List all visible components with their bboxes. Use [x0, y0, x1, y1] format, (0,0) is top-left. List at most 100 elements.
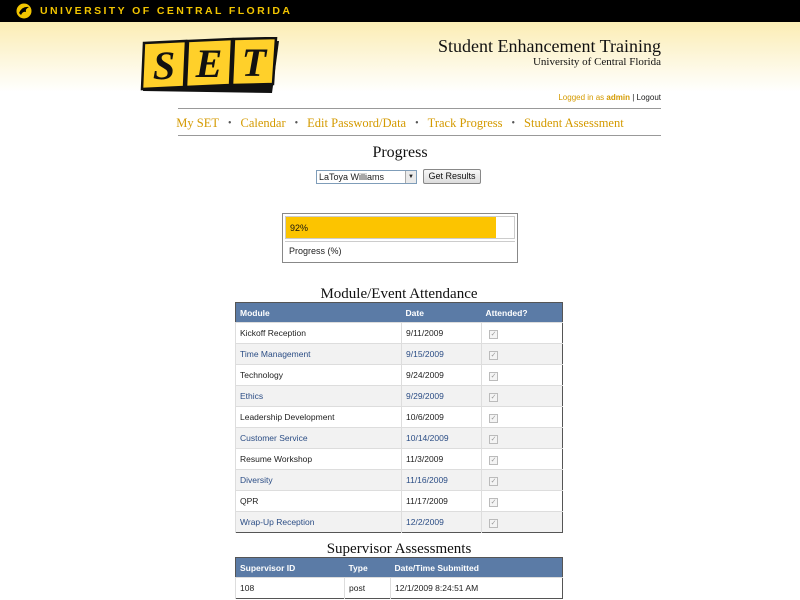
table-row: Customer Service 10/14/2009 ✓ — [235, 427, 563, 449]
logout-link[interactable]: Logout — [637, 93, 661, 102]
module-date: 11/17/2009 — [401, 490, 482, 512]
column-header-module[interactable]: Module — [235, 302, 402, 323]
module-name: Resume Workshop — [235, 448, 402, 470]
column-header-supervisor-id[interactable]: Supervisor ID — [235, 557, 345, 578]
ucf-top-bar: UNIVERSITY OF CENTRAL FLORIDA — [0, 0, 800, 22]
progress-box: 92% Progress (%) — [282, 213, 518, 263]
attended-checkbox: ✓ — [489, 413, 498, 423]
student-select[interactable]: LaToya Williams ▼ — [316, 170, 417, 184]
supervisor-table: Supervisor ID Type Date/Time Submitted 1… — [235, 557, 563, 599]
attended-cell: ✓ — [481, 427, 563, 449]
attended-checkbox: ✓ — [489, 350, 498, 360]
svg-text:S: S — [153, 43, 175, 88]
module-name: QPR — [235, 490, 402, 512]
university-name[interactable]: UNIVERSITY OF CENTRAL FLORIDA — [40, 5, 292, 17]
svg-text:T: T — [242, 40, 268, 85]
set-logo[interactable]: S E T — [140, 37, 282, 95]
attended-checkbox: ✓ — [489, 476, 498, 486]
login-status: Logged in as admin | Logout — [558, 93, 661, 102]
attended-checkbox: ✓ — [489, 434, 498, 444]
module-date: 9/15/2009 — [401, 343, 482, 365]
attended-checkbox: ✓ — [489, 371, 498, 381]
attended-cell: ✓ — [481, 490, 563, 512]
nav-bottom-divider — [178, 135, 661, 136]
submitted-datetime: 12/1/2009 8:24:51 AM — [390, 577, 563, 599]
attended-checkbox: ✓ — [489, 455, 498, 465]
attended-cell: ✓ — [481, 511, 563, 533]
progress-bar-fill — [286, 217, 496, 238]
module-name[interactable]: Diversity — [235, 469, 402, 491]
nav-calendar[interactable]: Calendar — [241, 116, 286, 131]
chevron-down-icon[interactable]: ▼ — [405, 171, 416, 183]
nav-separator: • — [415, 118, 419, 129]
nav-edit-password-data[interactable]: Edit Password/Data — [307, 116, 406, 131]
module-date: 12/2/2009 — [401, 511, 482, 533]
nav-separator: • — [294, 118, 299, 129]
student-select-value: LaToya Williams — [319, 172, 385, 182]
table-row: Diversity 11/16/2009 ✓ — [235, 469, 563, 491]
attended-cell: ✓ — [481, 406, 563, 428]
attended-cell: ✓ — [481, 469, 563, 491]
attended-cell: ✓ — [481, 322, 563, 344]
nav-separator: • — [228, 118, 232, 129]
table-row: Technology 9/24/2009 ✓ — [235, 364, 563, 386]
nav-separator: • — [511, 118, 516, 129]
site-title: Student Enhancement Training — [438, 36, 661, 56]
attended-checkbox: ✓ — [489, 392, 498, 402]
attendance-table: Module Date Attended? Kickoff Reception 9… — [235, 302, 563, 533]
module-date: 11/16/2009 — [401, 469, 482, 491]
module-name: Technology — [235, 364, 402, 386]
assessment-type: post — [344, 577, 391, 599]
module-name[interactable]: Ethics — [235, 385, 402, 407]
supervisor-title: Supervisor Assessments — [326, 541, 472, 557]
login-prefix: Logged in as — [558, 93, 605, 102]
table-row: Resume Workshop 11/3/2009 ✓ — [235, 448, 563, 470]
site-subtitle: University of Central Florida — [532, 56, 661, 68]
module-date: 9/29/2009 — [401, 385, 482, 407]
header-background — [0, 22, 800, 92]
table-row: 108 post 12/1/2009 8:24:51 AM — [235, 577, 563, 599]
nav-my-set[interactable]: My SET — [176, 116, 219, 131]
module-name[interactable]: Customer Service — [235, 427, 402, 449]
get-results-button[interactable]: Get Results — [423, 169, 481, 184]
attended-checkbox: ✓ — [489, 518, 498, 528]
module-date: 9/11/2009 — [401, 322, 482, 344]
attended-checkbox: ✓ — [489, 497, 498, 507]
table-row: QPR 11/17/2009 ✓ — [235, 490, 563, 512]
table-header-row: Module Date Attended? — [235, 302, 563, 323]
progress-label: Progress (%) — [285, 241, 515, 261]
table-row: Time Management 9/15/2009 ✓ — [235, 343, 563, 365]
table-row: Leadership Development 10/6/2009 ✓ — [235, 406, 563, 428]
column-header-type[interactable]: Type — [344, 557, 391, 578]
module-name[interactable]: Wrap-Up Reception — [235, 511, 402, 533]
attended-cell: ✓ — [481, 448, 563, 470]
attendance-title: Module/Event Attendance — [320, 286, 478, 302]
column-header-date[interactable]: Date — [401, 302, 482, 323]
module-date: 10/14/2009 — [401, 427, 482, 449]
module-name[interactable]: Time Management — [235, 343, 402, 365]
table-row: Ethics 9/29/2009 ✓ — [235, 385, 563, 407]
pegasus-logo-icon[interactable] — [16, 3, 32, 19]
login-separator: | — [632, 93, 635, 102]
main-nav: My SET • Calendar • Edit Password/Data •… — [139, 116, 661, 131]
nav-student-assessment[interactable]: Student Assessment — [524, 116, 624, 131]
module-date: 11/3/2009 — [401, 448, 482, 470]
module-date: 9/24/2009 — [401, 364, 482, 386]
svg-text:E: E — [195, 41, 223, 86]
attended-cell: ✓ — [481, 343, 563, 365]
table-header-row: Supervisor ID Type Date/Time Submitted — [235, 557, 563, 578]
table-row: Wrap-Up Reception 12/2/2009 ✓ — [235, 511, 563, 533]
attended-cell: ✓ — [481, 364, 563, 386]
progress-bar: 92% — [285, 216, 515, 239]
attended-checkbox: ✓ — [489, 329, 498, 339]
column-header-submitted[interactable]: Date/Time Submitted — [390, 557, 563, 578]
module-date: 10/6/2009 — [401, 406, 482, 428]
attended-cell: ✓ — [481, 385, 563, 407]
module-name: Kickoff Reception — [235, 322, 402, 344]
column-header-attended[interactable]: Attended? — [481, 302, 563, 323]
nav-track-progress[interactable]: Track Progress — [428, 116, 503, 131]
supervisor-id: 108 — [235, 577, 345, 599]
table-row: Kickoff Reception 9/11/2009 ✓ — [235, 322, 563, 344]
progress-value: 92% — [290, 223, 309, 233]
page-title: Progress — [372, 144, 428, 161]
